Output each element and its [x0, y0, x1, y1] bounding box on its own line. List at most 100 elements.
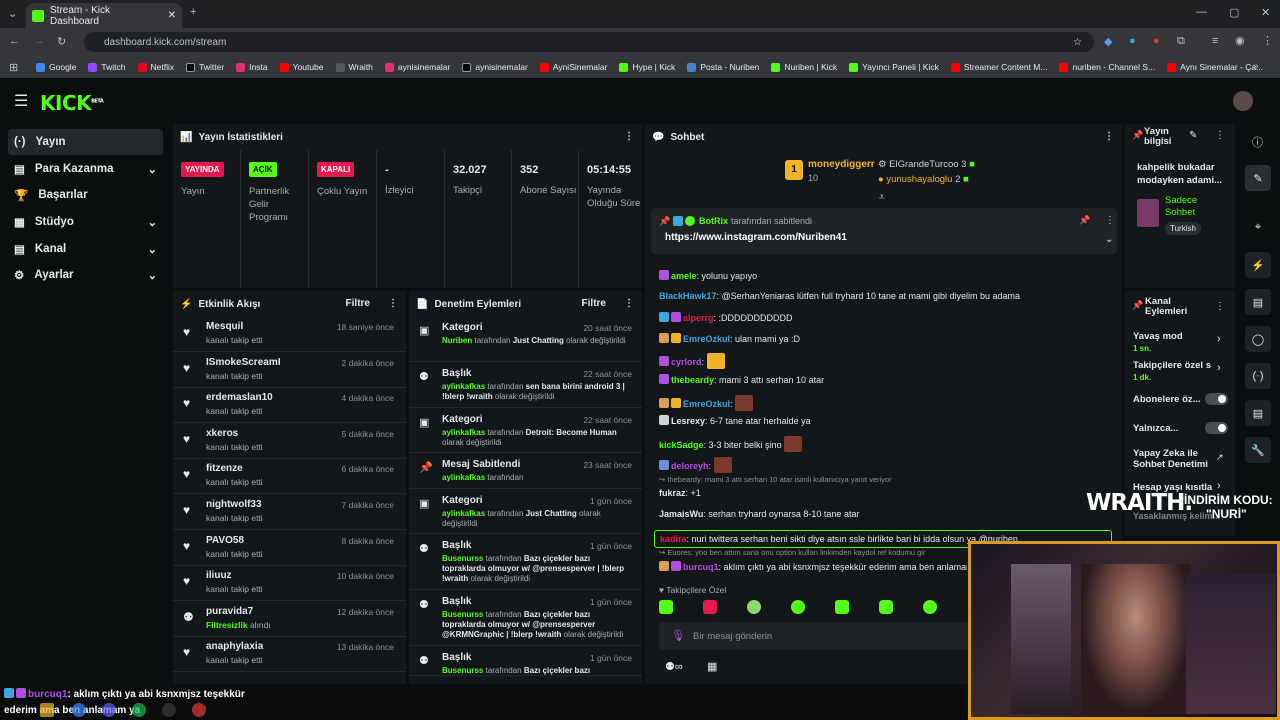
sidebar-item-studyo[interactable]: ▦ Stüdyo ⌄ [8, 209, 163, 235]
emote-icon[interactable] [835, 600, 849, 614]
extension-circle-icon[interactable]: ● [1129, 35, 1136, 47]
gifter-row-2[interactable]: ⚙ ElGrandeTurcoo 3 ■ [878, 159, 975, 170]
users-icon[interactable]: ⚉∞ [665, 660, 683, 673]
activity-item[interactable]: ⚉ puravida7 Filtresizlik alındı 12 dakika ö… [173, 601, 406, 637]
sidebar-item-yayin[interactable]: (·) Yayın [8, 129, 163, 155]
emote-icon[interactable] [879, 600, 893, 614]
back-icon[interactable]: ← [9, 35, 20, 47]
reload-icon[interactable]: ↻ [57, 35, 66, 48]
slow-mode-setting[interactable]: Yavaş mod 1 sn. [1133, 331, 1228, 353]
more-options-icon[interactable]: ⋮ [624, 131, 634, 142]
browser-tab[interactable]: Stream - Kick Dashboard ✕ [26, 3, 182, 28]
user-avatar[interactable] [1233, 91, 1253, 111]
extension-shield-icon[interactable]: ◆ [1104, 35, 1112, 48]
activity-item[interactable]: ♥ Mesquil kanalı takip etti 18 saniye önce [173, 316, 406, 352]
layout-icon[interactable]: ▤ [1245, 400, 1271, 426]
chat-message[interactable]: burcuq1: aklım çıktı ya abi ksnxmjsz teş… [659, 561, 967, 572]
emote-icon[interactable] [747, 600, 761, 614]
close-tab-icon[interactable]: ✕ [168, 10, 176, 21]
chevron-right-icon[interactable]: › [1217, 362, 1221, 374]
tab-search-icon[interactable]: ⌄ [8, 7, 17, 20]
unpin-icon[interactable]: 📌 [1079, 215, 1090, 226]
chat-bubble-icon[interactable]: ◯ [1245, 326, 1271, 352]
forward-icon[interactable]: → [34, 35, 45, 47]
bookmark-item[interactable]: aynisinemalar [462, 62, 528, 72]
hamburger-menu-icon[interactable]: ☰ [14, 91, 28, 111]
bookmark-item[interactable]: Twitch [88, 62, 126, 72]
discord-icon[interactable] [102, 703, 116, 717]
edit-icon[interactable]: ✎ [1245, 165, 1271, 191]
activity-item[interactable]: ♥ iliuuz kanalı takip etti 10 dakika önce [173, 565, 406, 602]
activity-item[interactable]: ♥ PAVO58 kanalı takip etti 8 dakika önce [173, 530, 406, 566]
more-options-icon[interactable]: ⋮ [624, 298, 634, 309]
subscribers-only-toggle[interactable] [1205, 393, 1228, 405]
sidebar-item-basarilar[interactable]: 🏆 Başarılar [8, 182, 163, 208]
bookmark-star-icon[interactable]: ☆ [1073, 37, 1082, 48]
bookmark-item[interactable]: Insta [236, 62, 268, 72]
info-icon[interactable]: ⓘ [1252, 134, 1263, 150]
bookmark-item[interactable]: Google [36, 62, 76, 72]
maximize-icon[interactable]: ▢ [1229, 6, 1239, 19]
bookmark-item[interactable]: Youtube [279, 62, 324, 72]
activity-item[interactable]: ♥ xkeros kanalı takip etti 5 dakika önce [173, 423, 406, 459]
category-link[interactable]: Sadece Sohbet [1165, 195, 1225, 219]
bookmark-item[interactable]: Nuriben | Kick [771, 62, 837, 72]
pinned-link[interactable]: https://www.instagram.com/Nuriben41 [665, 232, 847, 243]
activity-item[interactable]: ♥ fitzenze kanalı takip etti 6 dakika önce [173, 458, 406, 495]
chat-message[interactable]: fukraz: +1 [659, 488, 701, 498]
chat-message[interactable]: thebeardy: mami 3 attı serhan 10 atar [659, 374, 824, 385]
followers-only-setting[interactable]: Takipçilere özel s1 dk. [1133, 360, 1213, 382]
new-tab-icon[interactable]: + [190, 6, 196, 18]
more-options-icon[interactable]: ⋮ [1215, 130, 1225, 141]
bookmark-item[interactable]: nuriben - Channel S... [1059, 62, 1155, 72]
document-icon[interactable]: ▤ [1245, 289, 1271, 315]
apps-grid-icon[interactable]: ⊞ [9, 61, 18, 74]
broadcast-icon[interactable]: (·) [1245, 363, 1271, 389]
edit-pencil-icon[interactable]: ✎ [1189, 130, 1197, 141]
obs-icon[interactable] [162, 703, 176, 717]
chat-message[interactable]: amele: yolunu yapıyo [659, 270, 757, 281]
emote-icon[interactable] [659, 600, 673, 614]
activity-item[interactable]: ♥ nightwolf33 kanalı takip etti 7 dakika ön… [173, 494, 406, 530]
emote-icon[interactable] [791, 600, 805, 614]
chat-message[interactable]: EmreOzkul: [659, 395, 754, 411]
bookmark-item[interactable]: Hype | Kick [619, 62, 675, 72]
bookmark-item[interactable]: Posta - Nuriben [687, 62, 759, 72]
bookmark-item[interactable]: aynisinemalar [384, 62, 450, 72]
bookmark-item[interactable]: Aynı Sinemalar - Ça... [1167, 62, 1263, 72]
activity-item[interactable]: ♥ erdemaslan10 kanalı takip etti 4 dakika ö… [173, 387, 406, 424]
app-icon[interactable] [192, 703, 206, 717]
chevron-right-icon[interactable]: › [1217, 480, 1221, 492]
chevron-right-icon[interactable]: › [1217, 333, 1221, 345]
extensions-puzzle-icon[interactable]: ⧉ [1177, 35, 1185, 48]
media-control-icon[interactable]: ≡ [1212, 35, 1218, 47]
store-icon[interactable]: ▦ [707, 660, 717, 673]
chat-message[interactable]: cyrlord: [659, 353, 725, 369]
file-explorer-icon[interactable] [40, 703, 54, 717]
expand-leaderboard-icon[interactable]: ⩡ [879, 192, 885, 203]
chat-message[interactable]: JamaisWu: serhan tryhard oynarsa 8-10 ta… [659, 509, 859, 519]
close-window-icon[interactable]: ✕ [1261, 6, 1270, 19]
chat-input[interactable]: 🎙 Bir mesaj gönderin [659, 622, 969, 650]
more-options-icon[interactable]: ⋮ [1215, 301, 1225, 312]
emote-icon[interactable] [703, 600, 717, 614]
chat-message[interactable]: EmreOzkul: ulan mami ya :D [659, 333, 800, 344]
bookmark-item[interactable]: Yayıncı Paneli | Kick [849, 62, 939, 72]
chat-message[interactable]: BlackHawk17: @SerhanYeniaras lütfen full… [659, 291, 1020, 301]
extension-red-icon[interactable]: ● [1153, 35, 1160, 47]
sidebar-item-para-kazanma[interactable]: ▤ Para Kazanma ⌄ [8, 156, 163, 182]
sidebar-item-ayarlar[interactable]: ⚙ Ayarlar ⌄ [8, 262, 163, 288]
chat-message[interactable]: kickSadge: 3-3 biter belki şino [659, 436, 803, 452]
url-bar[interactable]: dashboard.kick.com/stream ☆ [84, 32, 1094, 52]
chat-message[interactable]: deloreyh: [659, 457, 732, 473]
bookmarks-overflow-icon[interactable]: » [1253, 61, 1259, 72]
restricted-words-setting[interactable]: Yasaklanmış kelim... [1133, 511, 1220, 521]
kick-logo[interactable]: KICKBETA [40, 91, 104, 115]
filter-button[interactable]: Filtre [346, 298, 370, 309]
more-options-icon[interactable]: ⋮ [388, 298, 398, 309]
spotify-icon[interactable] [132, 703, 146, 717]
activity-item[interactable]: ♥ anaphylaxia kanalı takip etti 13 dakika ö… [173, 636, 406, 673]
bookmark-item[interactable]: Wraith [335, 62, 373, 72]
chat-message[interactable]: alperrg: :DDDDDDDDDDD [659, 312, 793, 323]
more-options-icon[interactable]: ⋮ [1104, 131, 1114, 142]
